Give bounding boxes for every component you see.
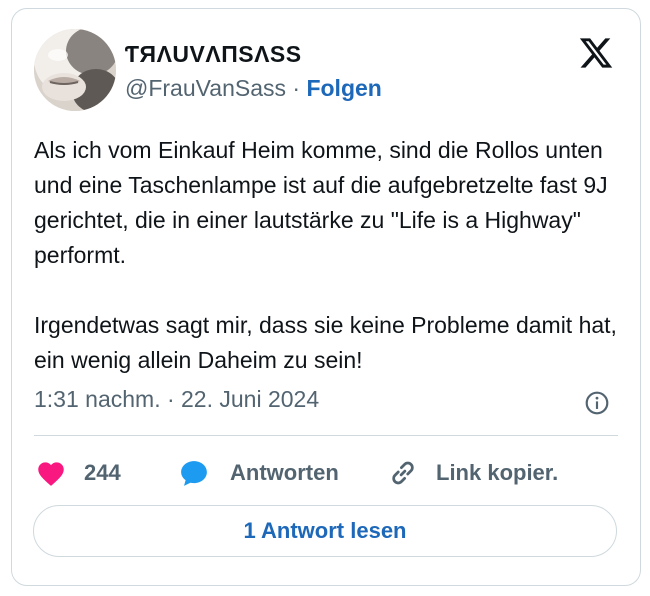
avatar[interactable] <box>34 29 116 111</box>
separator-dot: · <box>292 75 301 101</box>
author-handle[interactable]: @FrauVanSass <box>125 75 286 101</box>
tweet-timestamp[interactable]: 1:31 nachm. · 22. Juni 2024 <box>34 386 319 413</box>
copy-link-button[interactable]: Link kopier. <box>388 455 558 491</box>
like-button[interactable]: 244 <box>36 455 121 491</box>
link-icon <box>392 461 414 485</box>
read-replies-button[interactable]: 1 Antwort lesen <box>33 505 617 557</box>
info-icon[interactable] <box>584 390 610 416</box>
tweet-card: ƬЯΛUVΛПSΛSS @FrauVanSass · Folgen Als ic… <box>11 8 641 586</box>
reply-label: Antworten <box>230 460 339 485</box>
tweet-text: Als ich vom Einkauf Heim komme, sind die… <box>34 137 617 373</box>
like-count: 244 <box>84 460 121 485</box>
x-logo-icon[interactable] <box>577 35 615 71</box>
copy-link-label: Link kopier. <box>436 460 559 485</box>
speech-bubble-icon <box>181 461 207 486</box>
reply-button[interactable]: Antworten <box>178 455 339 491</box>
author-display-name[interactable]: ƬЯΛUVΛПSΛSS <box>125 41 302 68</box>
avatar-image <box>34 29 116 111</box>
heart-icon <box>38 462 64 486</box>
author-handle-row: @FrauVanSass · Folgen <box>125 75 382 102</box>
follow-button[interactable]: Folgen <box>306 75 381 101</box>
divider <box>34 435 618 436</box>
